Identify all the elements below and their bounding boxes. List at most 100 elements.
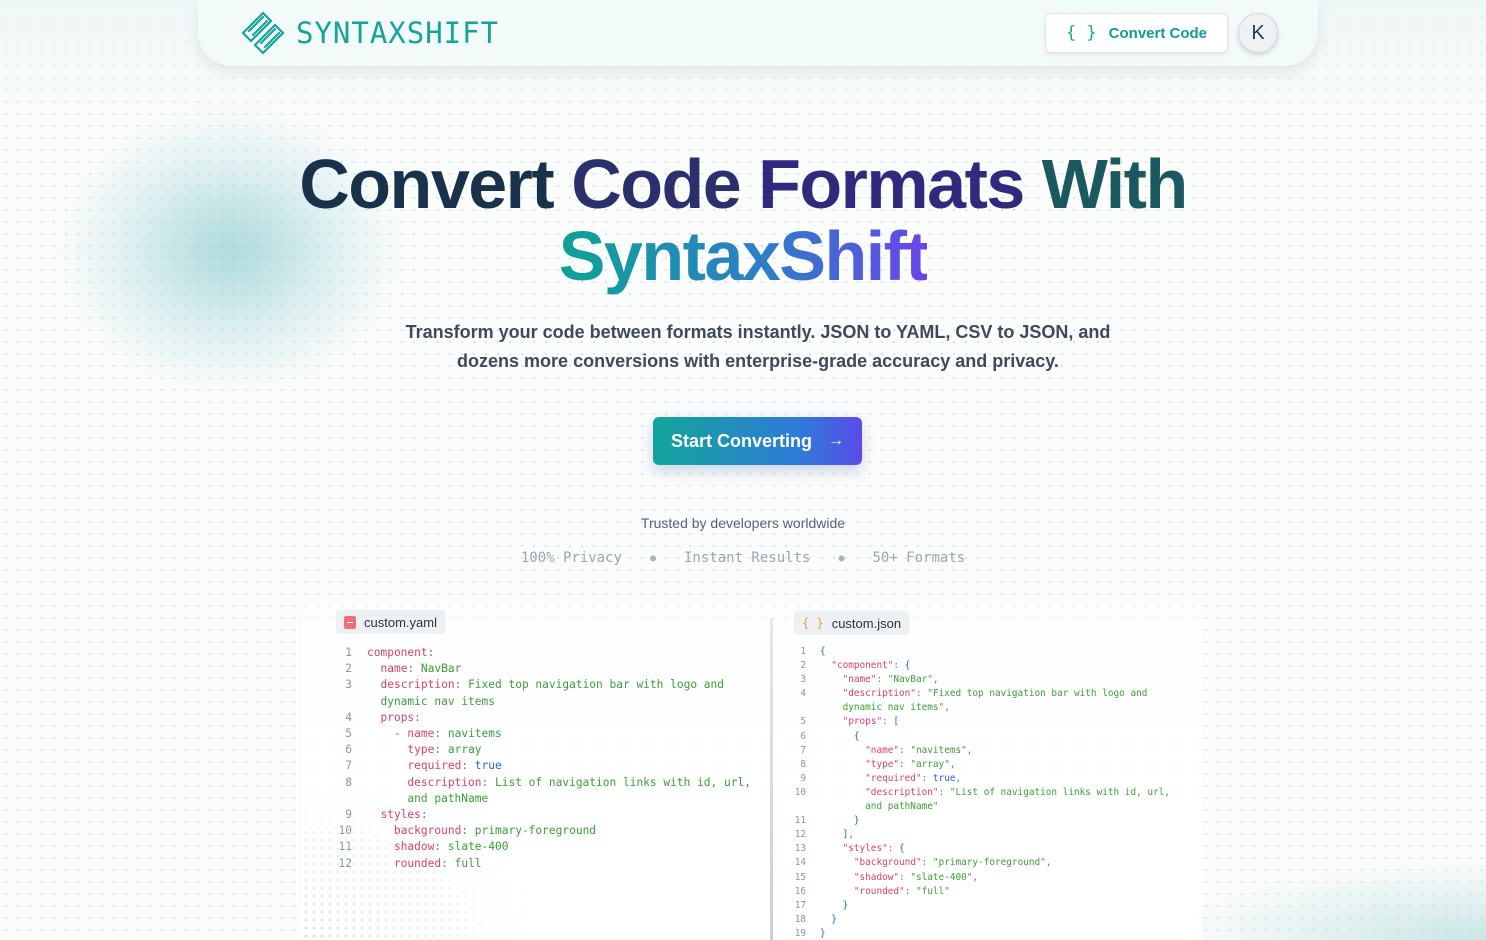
background-glow-bottom-right — [1166, 860, 1486, 940]
line-number: 14 — [794, 857, 806, 869]
brand-logo[interactable]: SYNTAXSHIFT — [240, 11, 499, 55]
line-number: 10 — [794, 786, 806, 798]
code-line: 14 "background": "primary-foreground", — [790, 856, 1170, 870]
hero-title-brand: SyntaxShift — [558, 217, 929, 295]
start-converting-button[interactable]: Start Converting → — [653, 417, 862, 465]
braces-icon: { } — [1065, 23, 1097, 43]
separator-dot-icon: ● — [649, 552, 656, 564]
line-number: 3 — [345, 678, 352, 692]
code-token: : — [461, 824, 475, 838]
line-number: 13 — [794, 843, 806, 855]
json-code-block: 1{2 "component": {3 "name": "NavBar", 4 "… — [790, 645, 1170, 940]
hero-title: Convert Code Formats With SyntaxShift — [0, 148, 1486, 292]
feature-item: 50+ Formats — [872, 550, 966, 566]
code-token: true — [474, 759, 502, 773]
navbar: SYNTAXSHIFT { } Convert Code K — [198, 0, 1318, 66]
trusted-label: Trusted by developers worldwide — [640, 515, 846, 531]
code-token: : — [921, 857, 933, 869]
line-number: 6 — [345, 743, 352, 757]
striped-diamond-logo-icon — [241, 11, 285, 55]
line-number: 4 — [345, 710, 352, 724]
yaml-file-tab[interactable]: custom.yaml — [336, 610, 445, 634]
code-token: background — [393, 824, 462, 838]
code-line: 12 rounded: full — [330, 856, 751, 872]
code-line: dynamic nav items", — [790, 701, 1170, 715]
convert-code-button[interactable]: { } Convert Code — [1044, 13, 1228, 53]
code-token: : — [461, 759, 475, 773]
json-filename: custom.json — [831, 615, 902, 631]
code-token: [ — [893, 716, 900, 728]
code-token: "description" — [865, 786, 939, 798]
code-token: : — [434, 840, 448, 854]
code-line: 15 "shadow": "slate-400", — [790, 871, 1170, 885]
start-converting-label: Start Converting — [670, 430, 812, 451]
code-token: : — [414, 710, 421, 724]
user-avatar[interactable]: K — [1238, 13, 1278, 53]
code-token: : — [441, 856, 455, 870]
code-token: { — [820, 646, 826, 657]
code-token: { — [853, 730, 860, 742]
line-number: 10 — [338, 824, 352, 838]
line-number: 17 — [794, 899, 806, 911]
code-token: "navitems" — [910, 744, 967, 756]
code-token: : — [899, 871, 911, 883]
hero-title-word: Convert — [299, 145, 554, 223]
code-token: "List of navigation links with id, url, — [949, 786, 1170, 798]
code-token: List of navigation links with id, url, — [495, 775, 751, 789]
line-number: 15 — [794, 871, 806, 883]
code-token: } — [842, 899, 849, 911]
code-token: : — [427, 646, 435, 659]
code-token: "full" — [915, 885, 950, 897]
code-token: props — [380, 710, 415, 724]
hero-subtitle: Transform your code between formats inst… — [405, 322, 1111, 371]
code-line: 11 } — [790, 814, 1170, 828]
code-line: and pathName — [330, 791, 751, 807]
line-number — [330, 791, 352, 807]
code-token: , — [932, 674, 939, 686]
code-line: 17 } — [790, 899, 1170, 913]
hero-title-line1: Convert Code Formats With — [0, 148, 1486, 220]
code-token: slate-400 — [447, 840, 509, 854]
code-line: 4 "description": "Fixed top navigation b… — [790, 687, 1170, 701]
line-number: 12 — [794, 829, 806, 841]
panel-divider — [770, 618, 773, 940]
line-number: 1 — [345, 646, 352, 659]
code-token: "name" — [865, 744, 900, 756]
code-line: 5 - name: navitems — [330, 726, 751, 742]
code-line: 1{ — [790, 645, 1170, 659]
code-token: "NavBar" — [887, 674, 933, 686]
code-token: , — [944, 702, 950, 714]
yaml-filename: custom.yaml — [364, 614, 437, 630]
line-number: 6 — [800, 730, 806, 742]
nav-actions: { } Convert Code K — [1044, 13, 1278, 53]
code-token: : — [420, 808, 428, 822]
code-token: NavBar — [420, 662, 462, 676]
json-file-tab[interactable]: { } custom.json — [794, 611, 910, 635]
separator-dot-icon: ● — [838, 552, 845, 564]
code-token: "primary-foreground" — [932, 857, 1046, 869]
code-line: 18 } — [790, 913, 1170, 927]
code-line: 13 "styles": { — [790, 842, 1170, 856]
code-token: , — [848, 829, 854, 841]
line-number — [790, 800, 806, 814]
code-line: 6 { — [790, 730, 1170, 744]
code-line: 7 "name": "navitems", — [790, 744, 1170, 758]
code-token: Fixed top navigation bar with logo and — [468, 678, 725, 692]
code-line: 9 "required": true, — [790, 772, 1170, 786]
code-token: , — [955, 772, 962, 784]
code-token: dynamic nav items" — [820, 702, 945, 714]
code-token: required — [407, 759, 462, 773]
